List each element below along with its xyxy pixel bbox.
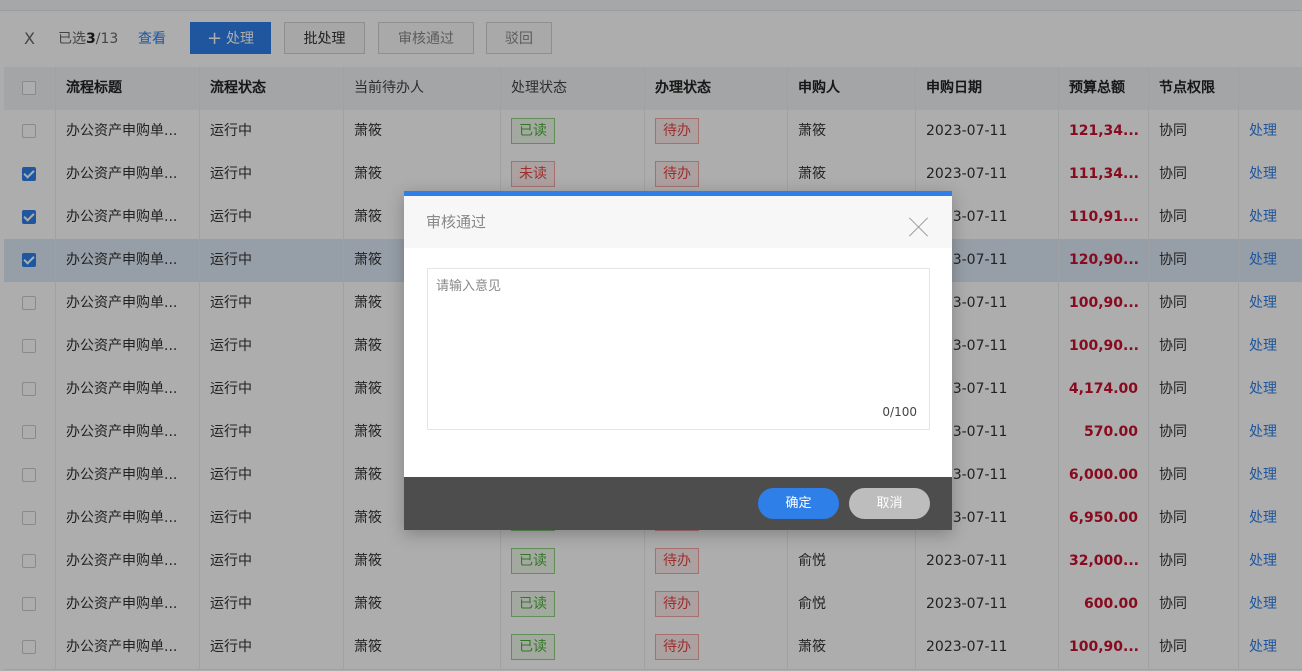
char-counter: 0/100 [882, 405, 917, 419]
opinion-input[interactable] [428, 269, 929, 389]
dialog-footer: 确定 取消 [404, 477, 952, 530]
approve-dialog: 审核通过 0/100 确定 取消 [404, 191, 952, 530]
dialog-header: 审核通过 [404, 196, 952, 248]
dialog-title: 审核通过 [426, 213, 487, 231]
confirm-button[interactable]: 确定 [758, 488, 839, 519]
close-icon[interactable] [906, 214, 932, 240]
opinion-field: 0/100 [427, 268, 930, 430]
cancel-button[interactable]: 取消 [849, 488, 930, 519]
